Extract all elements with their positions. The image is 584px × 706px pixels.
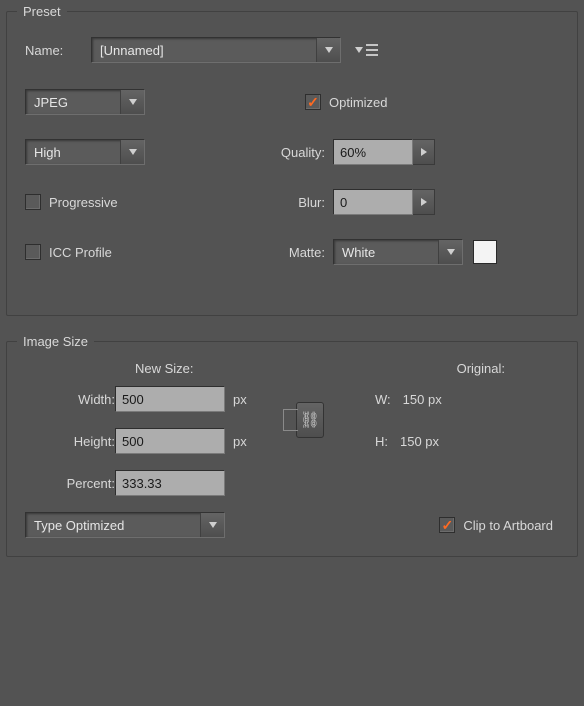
blur-label: Blur:: [255, 195, 325, 210]
percent-label: Percent:: [25, 476, 115, 491]
matte-dropdown[interactable]: White: [333, 239, 463, 265]
progressive-label: Progressive: [49, 195, 118, 210]
orig-w-label: W:: [375, 392, 391, 407]
resample-text: Type Optimized: [26, 518, 200, 533]
format-dropdown[interactable]: JPEG: [25, 89, 145, 115]
preset-name-text: [Unnamed]: [92, 43, 316, 58]
chevron-down-icon: [200, 513, 224, 537]
height-label: Height:: [25, 434, 115, 449]
chevron-down-icon: [120, 90, 144, 114]
chevron-down-icon: [438, 240, 462, 264]
blur-value: 0: [340, 195, 347, 210]
name-row: Name: [Unnamed]: [25, 37, 559, 63]
quality-popup-button[interactable]: [413, 139, 435, 165]
quality-input[interactable]: 60%: [333, 139, 413, 165]
height-value: 500: [122, 434, 144, 449]
blur-cell: Blur: 0: [255, 189, 559, 215]
chevron-right-icon: [421, 198, 427, 206]
width-unit: px: [225, 392, 275, 407]
matte-text: White: [334, 245, 438, 260]
clip-checkbox[interactable]: ✓: [439, 517, 455, 533]
original-label: Original:: [457, 361, 505, 376]
quality-preset-text: High: [26, 145, 120, 160]
clip-label: Clip to Artboard: [463, 518, 553, 533]
width-label: Width:: [25, 392, 115, 407]
image-size-legend: Image Size: [17, 334, 94, 349]
icc-checkbox[interactable]: [25, 244, 41, 260]
optimized-checkbox[interactable]: ✓: [305, 94, 321, 110]
preset-menu-button[interactable]: [355, 44, 378, 56]
preset-legend: Preset: [17, 4, 67, 19]
blur-input[interactable]: 0: [333, 189, 413, 215]
image-size-panel: Image Size New Size: Original: Width: 50…: [6, 334, 578, 557]
quality-label: Quality:: [255, 145, 325, 160]
orig-h-value: 150 px: [400, 434, 439, 449]
icc-label: ICC Profile: [49, 245, 112, 260]
percent-input[interactable]: 333.33: [115, 470, 225, 496]
checkmark-icon: ✓: [442, 518, 454, 532]
quality-cell: Quality: 60%: [255, 139, 559, 165]
height-input[interactable]: 500: [115, 428, 225, 454]
orig-h-cell: H: 150 px: [345, 434, 559, 449]
chevron-right-icon: [421, 148, 427, 156]
constrain-proportions-button[interactable]: ⛓: [296, 402, 324, 438]
orig-h-label: H:: [375, 434, 388, 449]
quality-preset-dropdown[interactable]: High: [25, 139, 145, 165]
matte-swatch[interactable]: [473, 240, 497, 264]
format-text: JPEG: [26, 95, 120, 110]
orig-w-cell: W: 150 px: [345, 392, 559, 407]
quality-preset-cell: High: [25, 139, 255, 165]
height-unit: px: [225, 434, 275, 449]
blur-popup-button[interactable]: [413, 189, 435, 215]
preset-name-dropdown[interactable]: [Unnamed]: [91, 37, 341, 63]
checkmark-icon: ✓: [307, 95, 319, 109]
optimized-cell: ✓ Optimized: [255, 94, 559, 110]
chevron-down-icon: [355, 47, 363, 53]
icc-cell: ICC Profile: [25, 244, 255, 260]
clip-cell: ✓ Clip to Artboard: [439, 517, 553, 533]
width-input[interactable]: 500: [115, 386, 225, 412]
link-icon: ⛓: [300, 410, 320, 430]
menu-icon: [366, 44, 378, 56]
matte-cell: Matte: White: [255, 239, 559, 265]
format-cell: JPEG: [25, 89, 255, 115]
chevron-down-icon: [316, 38, 340, 62]
new-size-label: New Size:: [135, 361, 194, 376]
optimized-label: Optimized: [329, 95, 388, 110]
matte-label: Matte:: [255, 245, 325, 260]
size-top-row: New Size: Original:: [25, 361, 559, 386]
chevron-down-icon: [120, 140, 144, 164]
name-label: Name:: [25, 43, 79, 58]
width-value: 500: [122, 392, 144, 407]
resample-dropdown[interactable]: Type Optimized: [25, 512, 225, 538]
quality-value: 60%: [340, 145, 366, 160]
progressive-checkbox[interactable]: [25, 194, 41, 210]
preset-panel: Preset Name: [Unnamed] JPEG: [6, 4, 578, 316]
percent-value: 333.33: [122, 476, 162, 491]
progressive-cell: Progressive: [25, 194, 255, 210]
orig-w-value: 150 px: [403, 392, 442, 407]
